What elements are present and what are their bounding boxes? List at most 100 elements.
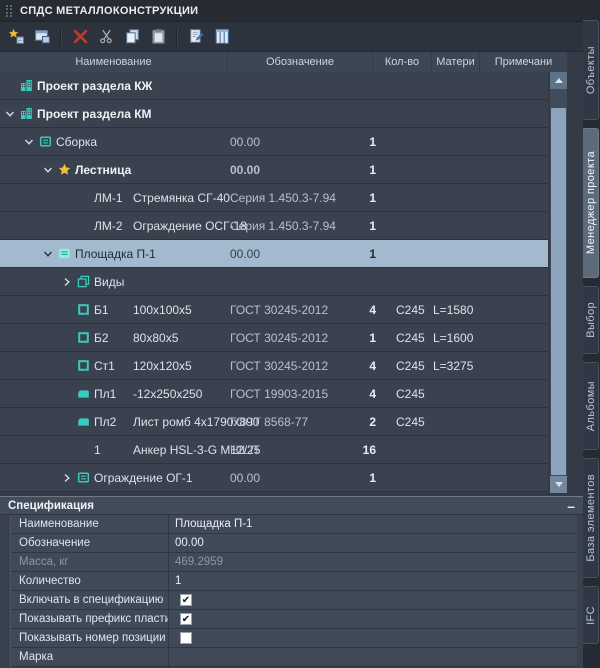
toolbar — [0, 22, 583, 52]
column-header-name[interactable]: Наименование — [0, 52, 228, 72]
cell-designation: ГОСТ 19903-2015 — [230, 380, 342, 407]
property-value[interactable]: 1 — [169, 572, 577, 590]
side-tab-objects[interactable]: Объекты — [583, 20, 599, 120]
item-name-cell: ЛМ-2Ограждение ОСГ-18 — [94, 212, 247, 239]
arrow-down-icon — [555, 482, 563, 487]
cell-material: С245 — [396, 380, 436, 407]
chevron-right-icon[interactable] — [61, 276, 73, 288]
new-object-button[interactable] — [4, 25, 28, 49]
edit-specification-button[interactable] — [184, 25, 208, 49]
paste-icon — [150, 28, 167, 45]
column-header-quantity[interactable]: Кол-во — [373, 52, 432, 72]
property-value[interactable] — [169, 629, 577, 647]
scroll-up-button[interactable] — [550, 72, 567, 89]
table-row[interactable]: 1Анкер HSL-3-G M12/25HILTI16 — [0, 436, 548, 464]
table-row[interactable]: Площадка П-100.001 — [0, 240, 548, 268]
cell-designation: ГОСТ 30245-2012 — [230, 324, 342, 351]
item-marka: Пл2 — [94, 415, 124, 429]
cut-button[interactable] — [94, 25, 118, 49]
table-row[interactable]: Ограждение ОГ-100.001 — [0, 464, 548, 492]
cut-icon — [98, 28, 115, 45]
table-row[interactable]: Б1100x100x5ГОСТ 30245-20124С245L=1580 — [0, 296, 548, 324]
property-row: Включать в спецификацию — [11, 591, 577, 610]
item-name-cell: Ограждение ОГ-1 — [94, 464, 193, 491]
checkbox[interactable] — [180, 594, 192, 606]
tab-label: Объекты — [585, 46, 597, 94]
table-row[interactable]: Пл1-12x250x250ГОСТ 19903-20154С245 — [0, 380, 548, 408]
property-value[interactable] — [169, 648, 577, 666]
item-name-cell: Сборка — [56, 128, 97, 155]
property-value[interactable]: 00.00 — [169, 534, 577, 552]
panel-title: СПДС МЕТАЛЛОКОНСТРУКЦИИ — [20, 5, 198, 17]
table-row[interactable]: Б280x80x5ГОСТ 30245-20121С245L=1600 — [0, 324, 548, 352]
cell-note: L=1600 — [433, 324, 523, 351]
side-tab-element-base[interactable]: База элементов — [583, 458, 599, 578]
scroll-down-button[interactable] — [550, 476, 567, 493]
chevron-down-icon[interactable] — [42, 248, 54, 260]
item-name-cell: Проект раздела КМ — [37, 100, 152, 127]
vertical-scrollbar[interactable] — [550, 72, 567, 493]
cell-qty: 16 — [336, 436, 376, 463]
arrow-up-icon — [555, 78, 563, 83]
table-row[interactable]: Сборка00.001 — [0, 128, 548, 156]
chevron-down-icon[interactable] — [23, 136, 35, 148]
profile-icon — [77, 359, 90, 372]
checkbox[interactable] — [180, 632, 192, 644]
property-value[interactable]: Площадка П-1 — [169, 515, 577, 533]
scrollbar-thumb[interactable] — [551, 108, 566, 475]
table-row[interactable]: Лестница00.001 — [0, 156, 548, 184]
panel-title-bar: СПДС МЕТАЛЛОКОНСТРУКЦИИ — [0, 0, 583, 22]
item-name-cell: Б1100x100x5 — [94, 296, 192, 323]
paste-button[interactable] — [146, 25, 170, 49]
column-header-material[interactable]: Матери — [432, 52, 480, 72]
table-button[interactable] — [210, 25, 234, 49]
column-header-note[interactable]: Примечани — [480, 52, 568, 72]
property-label: Марка — [11, 648, 169, 666]
item-marka: ЛМ-2 — [94, 219, 124, 233]
table-row[interactable]: ЛМ-1Стремянка СГ-40Серия 1.450.3-7.941 — [0, 184, 548, 212]
item-title: Сборка — [56, 135, 97, 149]
property-value[interactable] — [169, 591, 577, 609]
side-tab-ifc[interactable]: IFC — [583, 586, 599, 644]
item-title: Проект раздела КЖ — [37, 79, 152, 93]
specification-panel-title: Спецификация — [8, 500, 94, 512]
side-tab-project-manager[interactable]: Менеджер проекта — [583, 128, 599, 278]
chevron-down-icon[interactable] — [42, 164, 54, 176]
views-icon — [77, 275, 90, 288]
profile-icon — [77, 303, 90, 316]
table-row[interactable]: ЛМ-2Ограждение ОСГ-18Серия 1.450.3-7.941 — [0, 212, 548, 240]
toolbar-separator — [60, 28, 62, 46]
checkbox[interactable] — [180, 613, 192, 625]
cell-designation: 00.00 — [230, 156, 342, 183]
table-row[interactable]: Виды — [0, 268, 548, 296]
copy-button[interactable] — [120, 25, 144, 49]
new-object-icon — [8, 28, 25, 45]
cell-qty: 1 — [336, 324, 376, 351]
chevron-down-icon[interactable] — [4, 108, 16, 120]
chevron-right-icon[interactable] — [61, 472, 73, 484]
property-grid: НаименованиеПлощадка П-1Обозначение00.00… — [10, 515, 577, 667]
item-title: 80x80x5 — [133, 331, 178, 345]
column-header-designation[interactable]: Обозначение — [228, 52, 373, 72]
item-name-cell: Виды — [94, 268, 124, 295]
side-tab-selection[interactable]: Выбор — [583, 286, 599, 354]
tab-label: IFC — [585, 606, 597, 625]
table-row[interactable]: Пл2Лист ромб 4x1790x890ГОСТ 8568-772С245 — [0, 408, 548, 436]
cell-designation: ГОСТ 8568-77 — [230, 408, 342, 435]
table-row[interactable]: Ст1120x120x5ГОСТ 30245-20124С245L=3275 — [0, 352, 548, 380]
table-row[interactable]: Проект раздела КМ — [0, 100, 548, 128]
property-value[interactable] — [169, 610, 577, 628]
building-icon — [20, 107, 33, 120]
property-row: НаименованиеПлощадка П-1 — [11, 515, 577, 534]
panel-grip[interactable] — [6, 5, 12, 17]
property-value[interactable]: 469.2959 — [169, 553, 577, 571]
table-row[interactable]: Проект раздела КЖ — [0, 72, 548, 100]
property-label: Показывать префикс пластин — [11, 610, 169, 628]
property-row: Показывать номер позиции — [11, 629, 577, 648]
side-tab-albums[interactable]: Альбомы — [583, 362, 599, 450]
item-name-cell: Б280x80x5 — [94, 324, 178, 351]
insert-object-button[interactable] — [30, 25, 54, 49]
delete-button[interactable] — [68, 25, 92, 49]
property-label: Показывать номер позиции — [11, 629, 169, 647]
minimize-button[interactable]: – — [567, 502, 575, 510]
